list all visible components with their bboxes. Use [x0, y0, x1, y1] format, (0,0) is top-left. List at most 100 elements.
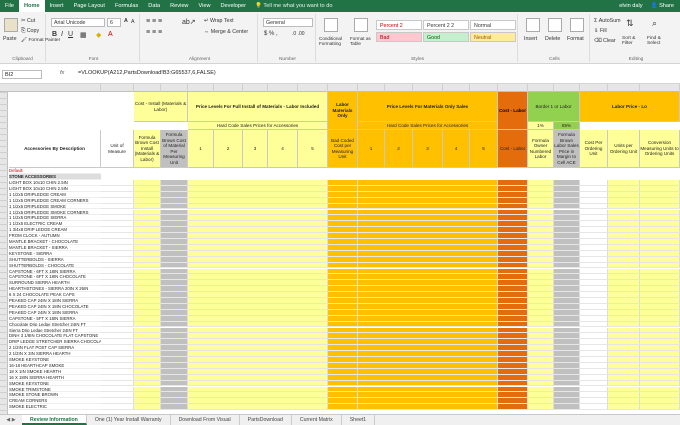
tab-home[interactable]: Home: [19, 0, 45, 12]
tab-page-layout[interactable]: Page Layout: [69, 0, 110, 12]
table-cell[interactable]: [328, 404, 358, 411]
paste-button[interactable]: Paste: [3, 36, 17, 42]
tab-review[interactable]: Review: [165, 0, 193, 12]
style-percent-2-2[interactable]: Percent 2 2: [423, 20, 469, 30]
conditional-formatting-icon[interactable]: [324, 18, 338, 32]
copy-button[interactable]: ⎘ Copy: [21, 28, 39, 35]
table-cell[interactable]: [358, 404, 498, 411]
style-normal[interactable]: Normal: [470, 20, 516, 30]
format-cells-icon[interactable]: [570, 18, 584, 32]
column-header[interactable]: [640, 84, 680, 92]
orientation-icon[interactable]: ab↗: [182, 18, 196, 26]
sheet-tab-review-information[interactable]: Review Information: [22, 415, 87, 425]
table-cell[interactable]: [134, 404, 161, 411]
table-cell[interactable]: [580, 404, 608, 411]
user-name[interactable]: elvin daly: [619, 3, 642, 9]
row-description[interactable]: SMOKE ELECTRIC: [9, 404, 101, 411]
font-color-icon[interactable]: A: [108, 31, 113, 38]
format-cells-button[interactable]: Format: [567, 36, 584, 42]
delete-cells-button[interactable]: Delete: [545, 36, 560, 42]
find-select-button[interactable]: Find & Select: [647, 36, 671, 46]
autosum-button[interactable]: Σ AutoSum: [594, 18, 621, 24]
grow-font-icon[interactable]: A: [124, 18, 128, 24]
find-select-icon[interactable]: ⌕: [652, 18, 657, 29]
shrink-font-icon[interactable]: A: [131, 19, 135, 25]
insert-cells-icon[interactable]: [526, 18, 540, 32]
table-cell[interactable]: [554, 404, 580, 411]
table-cell[interactable]: [161, 404, 188, 411]
formula-input[interactable]: =VLOOKUP(A212,PartsDownload!B3:G65537,6,…: [78, 70, 216, 76]
table-cell[interactable]: [188, 404, 328, 411]
sheet-tab-download-visual[interactable]: Download From Visual: [171, 415, 240, 425]
column-header[interactable]: [443, 84, 470, 92]
column-header[interactable]: [385, 84, 413, 92]
font-size-select[interactable]: 6: [107, 18, 121, 27]
number-format-select[interactable]: General: [263, 18, 313, 27]
format-table-button[interactable]: Format as Table: [350, 36, 372, 46]
column-header[interactable]: [298, 84, 328, 92]
table-cell[interactable]: [640, 404, 680, 411]
align-left-icon[interactable]: ≡ ≡ ≡: [146, 29, 162, 36]
fx-icon[interactable]: fx: [60, 70, 64, 76]
column-header[interactable]: [608, 84, 640, 92]
tab-insert[interactable]: Insert: [45, 0, 69, 12]
column-header[interactable]: [9, 84, 101, 92]
column-header[interactable]: [101, 84, 134, 92]
column-header[interactable]: [188, 84, 214, 92]
column-header[interactable]: [161, 84, 188, 92]
fill-button[interactable]: ⇓ Fill: [594, 28, 607, 34]
clear-button[interactable]: ⌫ Clear: [594, 38, 616, 44]
format-table-icon[interactable]: [354, 18, 368, 32]
tell-me-search[interactable]: 💡 Tell me what you want to do: [255, 3, 332, 9]
column-header[interactable]: [498, 84, 528, 92]
conditional-formatting-button[interactable]: Conditional Formatting: [319, 36, 349, 46]
column-header[interactable]: [134, 84, 161, 92]
fill-color-icon[interactable]: ◆: [96, 31, 101, 39]
column-header[interactable]: [413, 84, 443, 92]
column-header[interactable]: [358, 84, 385, 92]
tab-developer[interactable]: Developer: [216, 0, 252, 12]
sheet-tab-sheet1[interactable]: Sheet1: [342, 415, 376, 425]
style-bad[interactable]: Bad: [376, 32, 422, 42]
tab-data[interactable]: Data: [143, 0, 165, 12]
style-percent-2[interactable]: Percent 2: [376, 20, 422, 30]
italic-icon[interactable]: I: [61, 31, 63, 38]
cut-button[interactable]: ✂ Cut: [21, 18, 35, 24]
sort-filter-icon[interactable]: ⇅: [626, 18, 634, 29]
insert-cells-button[interactable]: Insert: [524, 36, 537, 42]
column-header[interactable]: [328, 84, 358, 92]
sort-filter-button[interactable]: Sort & Filter: [622, 36, 644, 46]
sheet-tab-current-matrix[interactable]: Current Matrix: [292, 415, 342, 425]
column-header[interactable]: [243, 84, 268, 92]
table-cell[interactable]: [498, 404, 528, 411]
style-good[interactable]: Good: [423, 32, 469, 42]
table-cell[interactable]: [101, 404, 134, 411]
font-name-select[interactable]: Arial Unicode: [51, 18, 105, 27]
table-cell[interactable]: [528, 404, 554, 411]
tab-formulas[interactable]: Formulas: [110, 0, 143, 12]
decimal-icon[interactable]: .0 .00: [292, 31, 305, 37]
merge-center-button[interactable]: ⇔ Merge & Center: [204, 29, 248, 35]
column-header[interactable]: [528, 84, 554, 92]
sheet-tab-parts-download[interactable]: PartsDownload: [240, 415, 292, 425]
wrap-text-button[interactable]: ↵ Wrap Text: [204, 18, 234, 24]
sheet-nav-arrows[interactable]: ◀ ▶: [0, 417, 22, 423]
align-top-icon[interactable]: ≡ ≡ ≡: [146, 18, 162, 25]
column-header[interactable]: [580, 84, 608, 92]
column-header[interactable]: [268, 84, 298, 92]
column-header[interactable]: [554, 84, 580, 92]
underline-icon[interactable]: U: [68, 31, 73, 38]
tab-view[interactable]: View: [193, 0, 215, 12]
bold-icon[interactable]: B: [52, 31, 57, 38]
delete-cells-icon[interactable]: [548, 18, 562, 32]
name-box[interactable]: BI2: [2, 70, 42, 79]
paste-icon[interactable]: [4, 18, 18, 32]
sheet-tab-warranty[interactable]: One (1) Year Install Warranty: [87, 415, 171, 425]
tab-file[interactable]: File: [0, 0, 19, 12]
currency-icon[interactable]: $ % ,: [264, 31, 278, 37]
style-neutral[interactable]: Neutral: [470, 32, 516, 42]
column-header[interactable]: [214, 84, 243, 92]
table-cell[interactable]: [608, 404, 640, 411]
share-button[interactable]: 👤 Share: [651, 3, 674, 9]
column-header[interactable]: [470, 84, 498, 92]
